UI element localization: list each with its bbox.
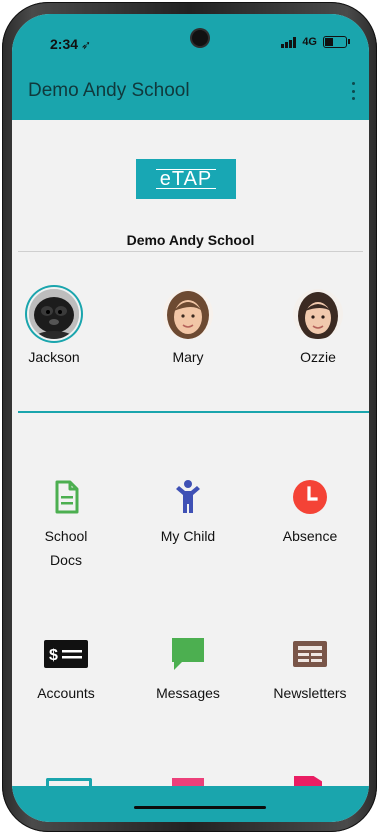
tile-my-child[interactable]: My Child (138, 479, 238, 548)
children-divider (18, 411, 369, 413)
child-ozzie[interactable]: Ozzie (278, 289, 358, 365)
battery-icon (323, 36, 350, 48)
location-icon: ➶ (81, 38, 92, 52)
tile-label: Messages (156, 685, 220, 701)
tile-label-line2: Docs (50, 552, 82, 568)
time-text: 2:34 (50, 36, 79, 52)
tile-label: School Docs (16, 524, 116, 572)
network-label: 4G (302, 36, 317, 48)
divider (18, 251, 363, 252)
school-name: Demo Andy School (126, 232, 255, 248)
wallet-icon: $ (44, 636, 88, 672)
home-indicator[interactable] (134, 806, 266, 809)
app-title: Demo Andy School (28, 80, 190, 101)
message-icon (170, 636, 206, 672)
tile-label: My Child (160, 528, 216, 544)
document-icon (48, 479, 84, 515)
child-name: Mary (172, 349, 204, 365)
phone-screen: 2:34 ➶ 4G Demo Andy School eTAP Demo Andy… (12, 14, 369, 822)
child-jackson[interactable]: Jackson (14, 289, 94, 365)
tile-label: Newsletters (273, 685, 347, 701)
tile-absence[interactable]: Absence (260, 479, 360, 548)
logo-text: eTAP (155, 169, 217, 189)
newspaper-icon (292, 636, 328, 672)
avatar-ozzie[interactable] (293, 289, 343, 339)
tile-messages[interactable]: Messages (138, 636, 238, 705)
status-icons: 4G (281, 36, 350, 48)
bottom-bar (12, 786, 369, 822)
tile-accounts[interactable]: $ Accounts (16, 636, 116, 705)
svg-text:$: $ (49, 647, 58, 664)
tile-label: Accounts (37, 685, 95, 701)
child-name: Ozzie (300, 349, 336, 365)
child-icon (170, 479, 206, 515)
avatar-jackson[interactable] (29, 289, 79, 339)
tile-school-docs[interactable]: School Docs (16, 479, 116, 572)
signal-icon (281, 36, 297, 48)
school-logo: eTAP (136, 159, 236, 199)
app-header: 2:34 ➶ 4G Demo Andy School (12, 14, 369, 120)
child-name: Jackson (28, 349, 80, 365)
camera-icon (192, 30, 208, 46)
tile-label: Absence (282, 528, 338, 544)
tile-label-line1: School (44, 528, 88, 544)
avatar-mary[interactable] (163, 289, 213, 339)
status-time: 2:34 ➶ (50, 36, 91, 52)
clock-icon (292, 479, 328, 515)
tile-newsletters[interactable]: Newsletters (260, 636, 360, 705)
child-mary[interactable]: Mary (148, 289, 228, 365)
overflow-menu-icon[interactable] (347, 82, 359, 100)
phone-frame: 2:34 ➶ 4G Demo Andy School eTAP Demo Andy… (2, 2, 377, 832)
